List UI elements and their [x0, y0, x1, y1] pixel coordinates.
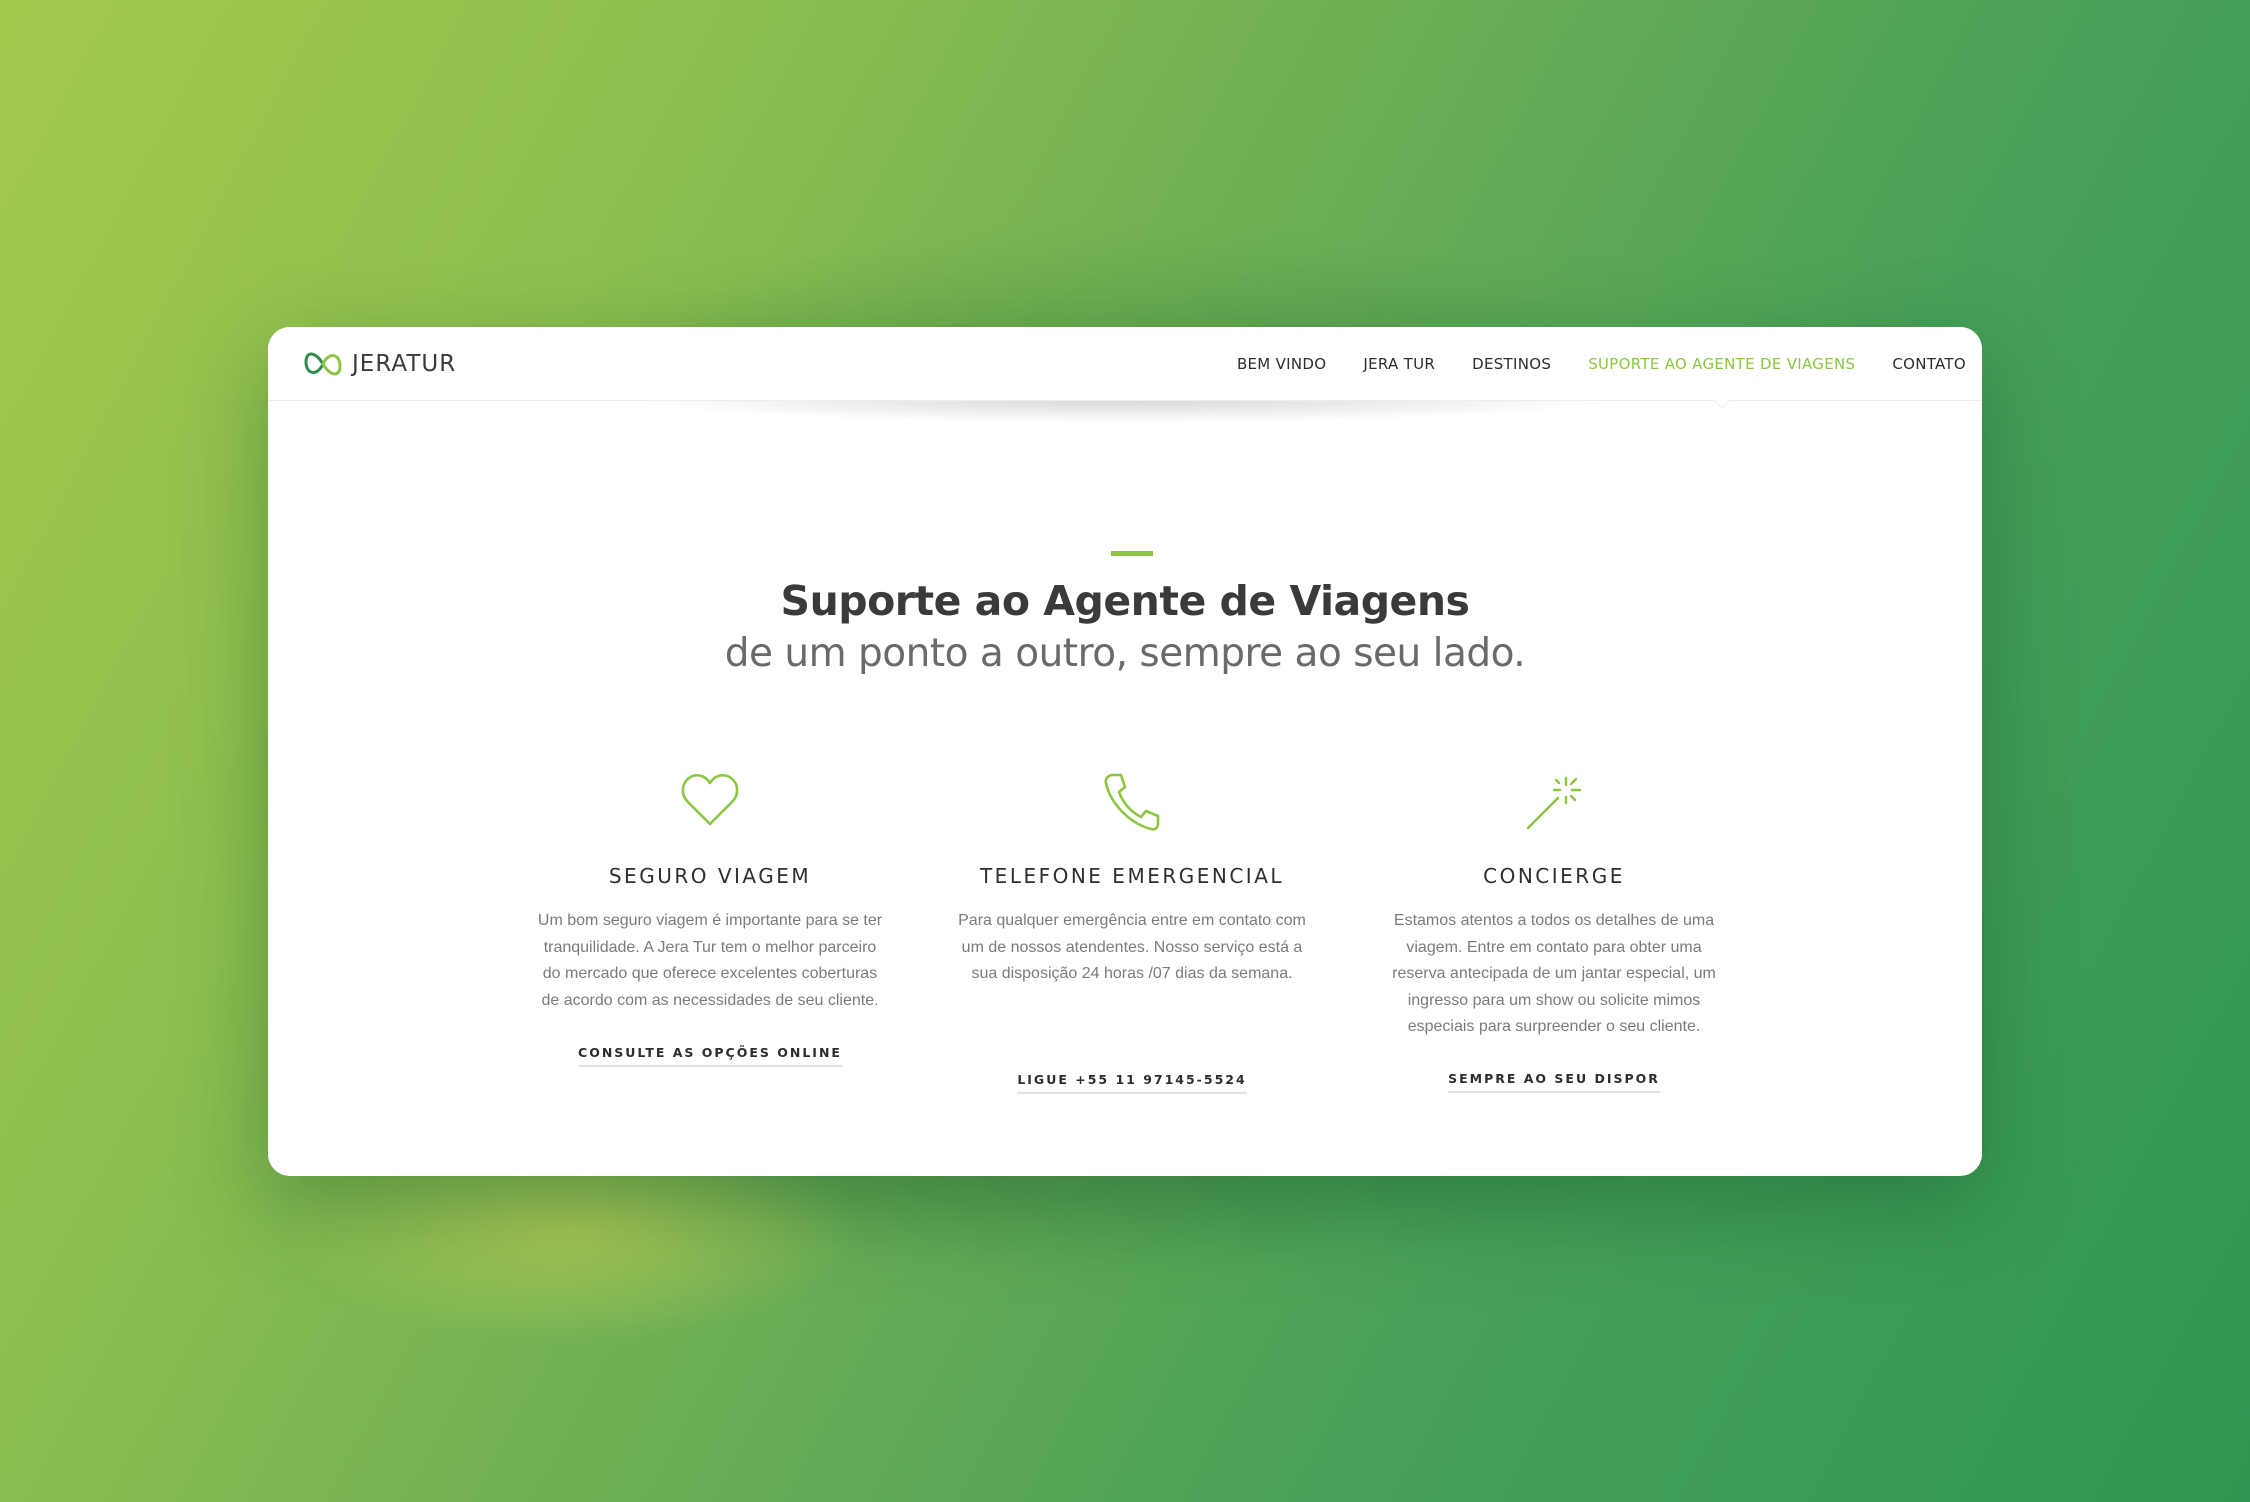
sempre-ao-seu-dispor-link[interactable]: SEMPRE AO SEU DISPOR: [1448, 1071, 1660, 1093]
nav-item-suporte[interactable]: SUPORTE AO AGENTE DE VIAGENS: [1588, 354, 1856, 408]
nav-item-destinos[interactable]: DESTINOS: [1472, 355, 1551, 373]
feature-concierge: CONCIERGE Estamos atentos a todos os det…: [1378, 772, 1730, 1093]
nav-item-contato[interactable]: CONTATO: [1892, 355, 1966, 373]
feature-link-container: SEMPRE AO SEU DISPOR: [1378, 1070, 1730, 1093]
logo[interactable]: JERATUR: [303, 345, 456, 383]
feature-link-container: CONSULTE AS OPÇÕES ONLINE: [534, 1044, 886, 1067]
feature-title: TELEFONE EMERGENCIAL: [979, 864, 1285, 888]
browser-window: JERATUR BEM VINDO JERA TUR DESTINOS SUPO…: [268, 327, 1982, 1176]
feature-link-container: LIGUE +55 11 97145-5524: [956, 1071, 1308, 1094]
nav-item-jera-tur[interactable]: JERA TUR: [1363, 355, 1435, 373]
nav-item-suporte-label: SUPORTE AO AGENTE DE VIAGENS: [1588, 354, 1856, 373]
page-subtitle: de um ponto a outro, sempre ao seu lado.: [724, 631, 1526, 676]
feature-description: Para qualquer emergência entre em contat…: [958, 912, 1306, 982]
feature-telefone-emergencial: TELEFONE EMERGENCIAL Para qualquer emerg…: [956, 772, 1308, 1094]
phone-icon: [1103, 772, 1161, 837]
feature-description: Estamos atentos a todos os detalhes de u…: [1392, 912, 1716, 1035]
magic-wand-icon: [1524, 772, 1584, 837]
page-title: Suporte ao Agente de Viagens: [780, 577, 1470, 625]
top-navbar: JERATUR BEM VINDO JERA TUR DESTINOS SUPO…: [268, 327, 1982, 408]
ligue-telefone-link[interactable]: LIGUE +55 11 97145-5524: [1017, 1072, 1247, 1094]
brand-name: JERATUR: [352, 351, 457, 377]
feature-description: Um bom seguro viagem é importante para s…: [537, 912, 883, 1009]
heart-icon: [680, 772, 740, 833]
jeratur-logo-icon: [303, 345, 343, 383]
nav-item-bem-vindo[interactable]: BEM VINDO: [1237, 355, 1326, 373]
navbar-shadow: [628, 399, 1618, 423]
title-accent-bar: [1111, 551, 1153, 556]
main-nav: BEM VINDO JERA TUR DESTINOS SUPORTE AO A…: [1200, 327, 1966, 408]
feature-title: SEGURO VIAGEM: [608, 864, 812, 888]
feature-seguro-viagem: SEGURO VIAGEM Um bom seguro viagem é imp…: [534, 772, 886, 1067]
consulte-opcoes-link[interactable]: CONSULTE AS OPÇÕES ONLINE: [578, 1045, 842, 1067]
active-indicator-caret: [1713, 398, 1730, 408]
feature-title: CONCIERGE: [1483, 864, 1625, 888]
